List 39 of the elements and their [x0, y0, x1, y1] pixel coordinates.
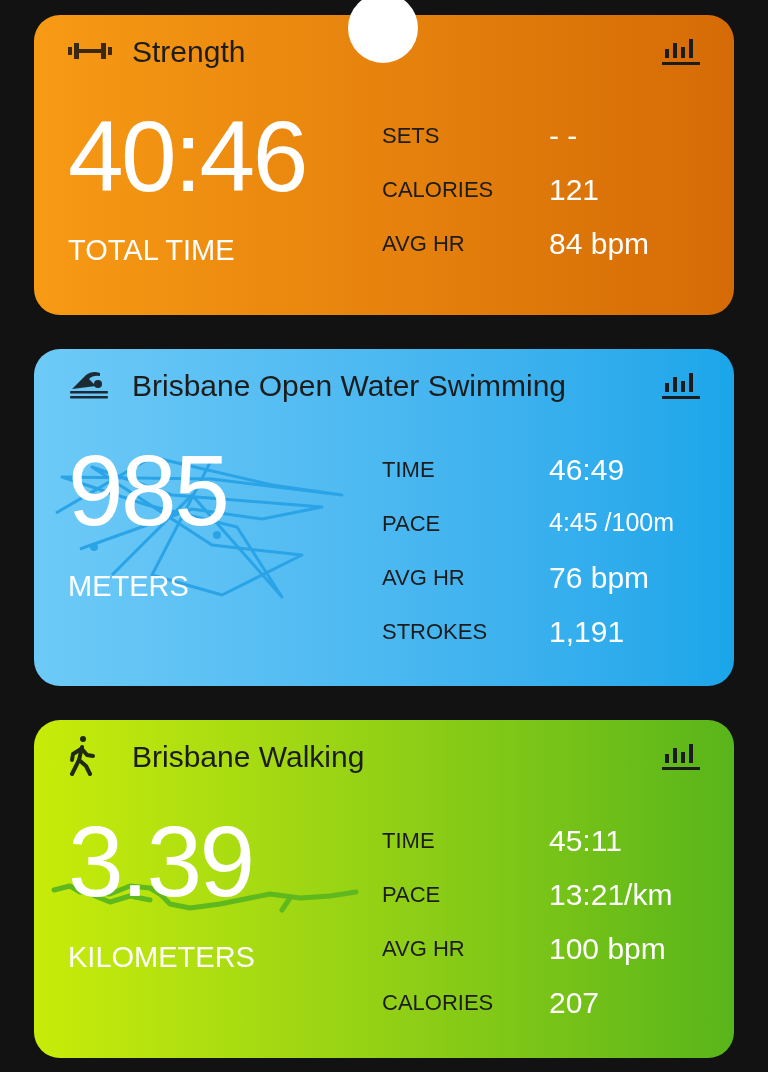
- main-value: 3.39: [68, 818, 253, 904]
- workout-card[interactable]: Strength 40:46 TOTAL TIME SETS - - CALORIES 121 AVG HR 84 bpm: [34, 15, 734, 315]
- stat-label: PACE: [382, 880, 442, 909]
- stat-value: 84 bpm: [549, 225, 650, 262]
- stat-label: AVG HR: [382, 229, 466, 258]
- stat-label: TIME: [382, 455, 436, 484]
- workout-card[interactable]: Brisbane Walking 3.39 KILOMETERS TIME 45:11 PACE 13:21/km AVG HR 100 bpm CALORIES 207: [34, 720, 734, 1058]
- chart-icon[interactable]: [662, 741, 700, 771]
- workout-title: Strength: [132, 33, 246, 70]
- main-label: KILOMETERS: [68, 940, 255, 975]
- workout-title: Brisbane Open Water Swimming: [132, 367, 567, 404]
- stat-value: - -: [549, 117, 578, 154]
- chart-icon[interactable]: [662, 370, 700, 400]
- dumbbell-icon: [68, 41, 112, 61]
- stat-label: AVG HR: [382, 563, 466, 592]
- stat-value: 13:21/km: [549, 876, 673, 913]
- stat-label: PACE: [382, 509, 442, 538]
- stat-label: SETS: [382, 121, 441, 150]
- main-label: TOTAL TIME: [68, 233, 235, 268]
- stat-value: 4:45 /100m: [549, 507, 675, 539]
- main-label: METERS: [68, 569, 189, 604]
- workout-card[interactable]: Brisbane Open Water Swimming 985 METERS TIME 46:49 PACE 4:45 /100m AVG HR 76 bpm STROKES 1,191: [34, 349, 734, 686]
- main-value: 40:46: [68, 113, 306, 199]
- stat-value: 46:49: [549, 451, 625, 488]
- workout-title: Brisbane Walking: [132, 738, 365, 775]
- main-value: 985: [68, 447, 228, 533]
- stat-value: 207: [549, 984, 600, 1021]
- stat-value: 76 bpm: [549, 559, 650, 596]
- stat-label: TIME: [382, 826, 436, 855]
- chart-icon[interactable]: [662, 36, 700, 66]
- stat-value: 121: [549, 171, 600, 208]
- stat-value: 45:11: [549, 822, 622, 859]
- stat-label: CALORIES: [382, 988, 495, 1017]
- walking-person-icon: [68, 734, 96, 778]
- stat-value: 100 bpm: [549, 930, 666, 967]
- stat-label: AVG HR: [382, 934, 466, 963]
- stat-label: STROKES: [382, 617, 489, 646]
- stat-label: CALORIES: [382, 175, 495, 204]
- stat-value: 1,191: [549, 613, 625, 650]
